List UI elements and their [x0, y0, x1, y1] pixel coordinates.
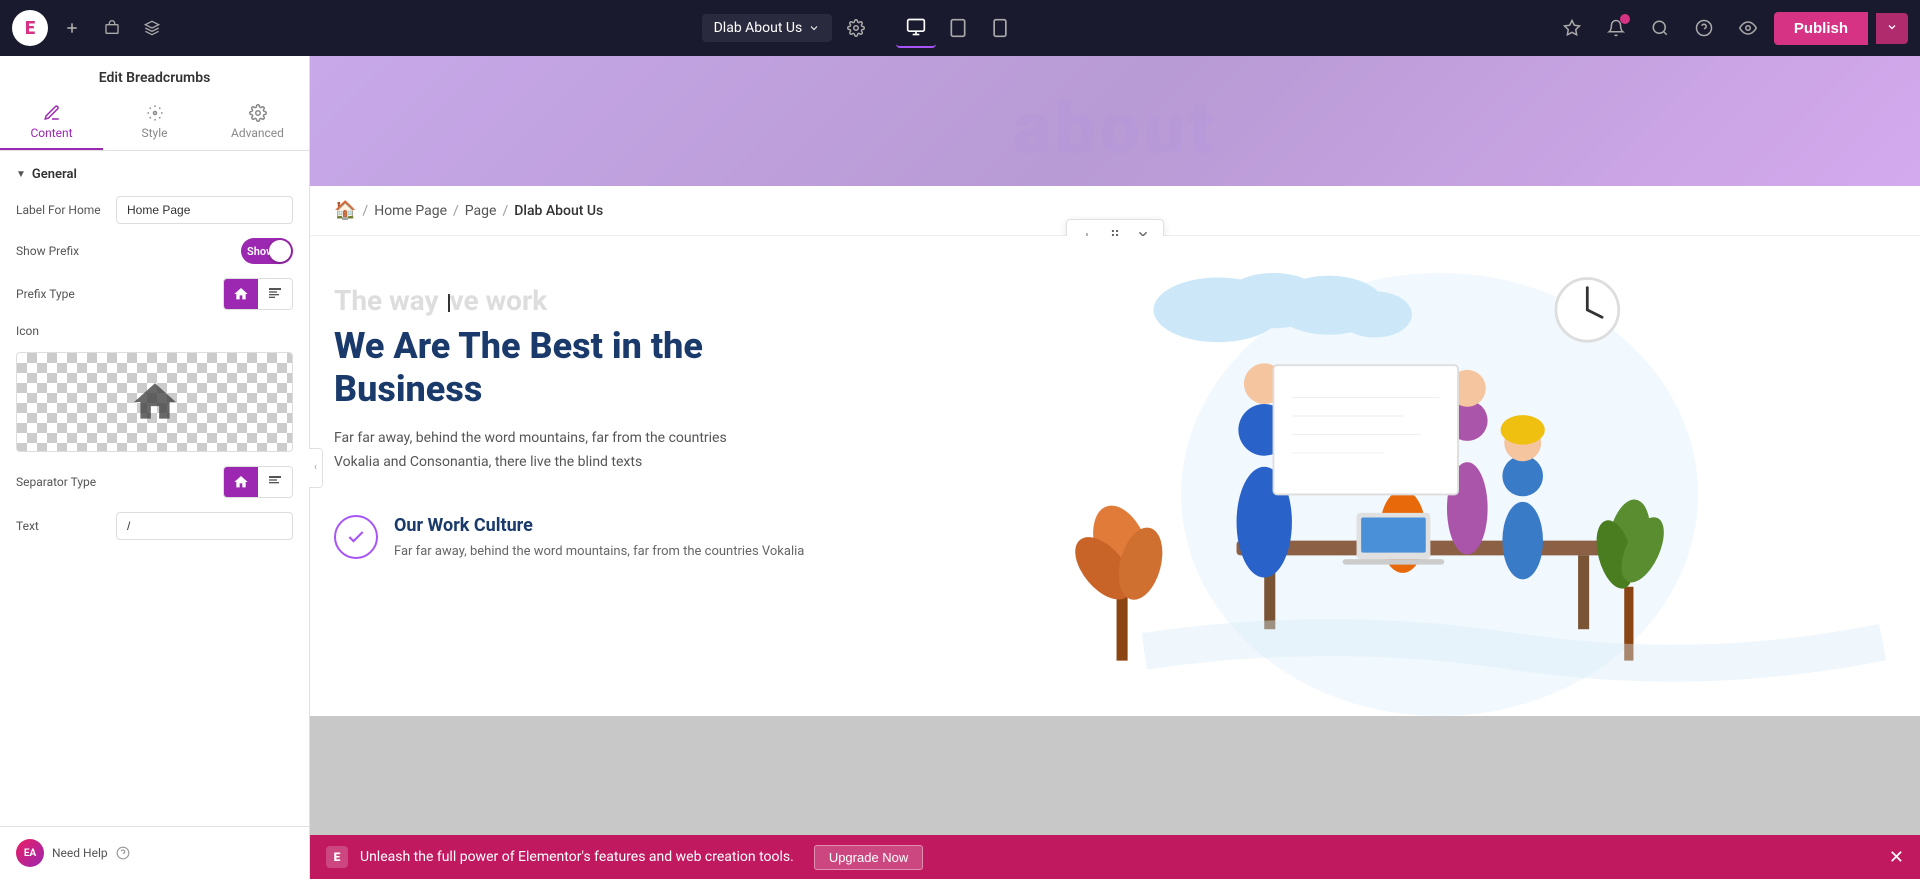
show-prefix-toggle[interactable]: Show [241, 238, 293, 264]
general-section-header[interactable]: ▼ General [16, 167, 293, 182]
breadcrumb-item-2: Page [465, 203, 497, 219]
breadcrumb-sep-3: / [502, 203, 508, 219]
culture-desc: Far far away, behind the word mountains,… [394, 542, 804, 563]
preview-button[interactable] [1730, 10, 1766, 46]
tab-content[interactable]: Content [0, 94, 103, 150]
label-for-home-row: Label For Home [16, 196, 293, 224]
prefix-type-selector [223, 278, 293, 310]
breadcrumb-item-1: Home Page [374, 203, 447, 219]
top-bar-center: Dlab About Us [176, 8, 1546, 48]
panel-title: Edit Breadcrumbs [0, 56, 309, 86]
settings-button[interactable] [840, 12, 872, 44]
page-selector[interactable]: Dlab About Us [702, 14, 833, 42]
view-buttons [896, 8, 1020, 48]
tablet-view-button[interactable] [938, 8, 978, 48]
separator-type-selector [223, 466, 293, 498]
need-help-avatar: EA [16, 839, 44, 867]
watermark-text: The way ve work [334, 284, 806, 317]
canvas-area: about 🏠 / Home Page / Page / Dlab About … [310, 56, 1920, 879]
tab-advanced[interactable]: Advanced [206, 94, 309, 150]
need-help-section[interactable]: EA Need Help [0, 826, 309, 879]
top-bar: E Dlab About Us [0, 0, 1920, 56]
separator-type-row: Separator Type [16, 466, 293, 498]
content-section: The way ve work We Are The Best in the B… [310, 236, 830, 716]
toggle-knob [269, 240, 291, 262]
icon-preview[interactable] [16, 352, 293, 452]
label-for-home-input[interactable] [116, 196, 293, 224]
left-panel: Edit Breadcrumbs Content Style Advanced … [0, 56, 310, 879]
separator-icon-btn[interactable] [224, 467, 258, 497]
publish-dropdown-button[interactable] [1876, 13, 1908, 44]
tab-style[interactable]: Style [103, 94, 206, 150]
prefix-type-label: Prefix Type [16, 287, 215, 301]
need-help-label: Need Help [52, 846, 108, 860]
bookmark-button[interactable] [1554, 10, 1590, 46]
help-button[interactable] [1686, 10, 1722, 46]
prefix-type-text-btn[interactable] [258, 279, 292, 309]
notification-message: Unleash the full power of Elementor's fe… [360, 849, 794, 865]
panel-content: ▼ General Label For Home Show Prefix Sho… [0, 151, 309, 826]
breadcrumb-current: Dlab About Us [514, 203, 603, 219]
show-prefix-label: Show Prefix [16, 244, 233, 258]
prefix-type-icon-btn[interactable] [224, 279, 258, 309]
show-prefix-toggle-wrap[interactable]: Show [241, 238, 293, 264]
elementor-logo: E [12, 10, 48, 46]
section-arrow: ▼ [16, 169, 26, 180]
illustration-svg [830, 236, 1920, 716]
notification-badge [1620, 14, 1630, 24]
show-prefix-row: Show Prefix Show [16, 238, 293, 264]
icon-label-row: Icon [16, 324, 293, 338]
separator-type-label: Separator Type [16, 475, 215, 489]
page-header-watermark: about [1013, 86, 1218, 171]
main-content-wrapper: The way ve work We Are The Best in the B… [310, 236, 1920, 716]
separator-text-btn[interactable] [258, 467, 292, 497]
layers-button[interactable] [136, 12, 168, 44]
notification-close-button[interactable]: ✕ [1889, 847, 1904, 868]
main-layout: Edit Breadcrumbs Content Style Advanced … [0, 56, 1920, 879]
notification-button[interactable] [1598, 10, 1634, 46]
breadcrumb-bar: 🏠 / Home Page / Page / Dlab About Us + ⠿… [310, 186, 1920, 236]
prefix-type-row: Prefix Type [16, 278, 293, 310]
top-bar-right: Publish [1554, 10, 1908, 46]
culture-text: Our Work Culture Far far away, behind th… [394, 515, 804, 563]
mobile-view-button[interactable] [980, 8, 1020, 48]
elementor-icon: E [326, 846, 348, 868]
main-description: Far far away, behind the word mountains,… [334, 427, 754, 475]
culture-icon [334, 515, 378, 559]
breadcrumb-sep-2: / [453, 203, 459, 219]
main-heading: We Are The Best in the Business [334, 325, 806, 411]
text-field-label: Text [16, 519, 108, 533]
work-culture-card: Our Work Culture Far far away, behind th… [334, 499, 806, 563]
help-circle-icon [116, 846, 130, 860]
collapse-panel-handle[interactable]: ‹ [309, 448, 323, 488]
culture-title: Our Work Culture [394, 515, 804, 536]
illustration-area [830, 236, 1920, 716]
add-element-button[interactable] [56, 12, 88, 44]
notification-bar: E Unleash the full power of Elementor's … [310, 835, 1920, 879]
responsive-button[interactable] [96, 12, 128, 44]
page-header-purple: about [310, 56, 1920, 186]
label-for-home-label: Label For Home [16, 203, 108, 217]
upgrade-now-button[interactable]: Upgrade Now [814, 845, 924, 870]
search-button[interactable] [1642, 10, 1678, 46]
breadcrumb-home-icon: 🏠 [334, 200, 356, 221]
breadcrumb-sep-1: / [362, 203, 368, 219]
cursor-line [448, 294, 450, 312]
desktop-view-button[interactable] [896, 8, 936, 48]
text-field-input[interactable] [116, 512, 293, 540]
publish-button[interactable]: Publish [1774, 12, 1868, 45]
text-field-row: Text [16, 512, 293, 540]
panel-tabs: Content Style Advanced [0, 94, 309, 151]
icon-field-label: Icon [16, 324, 293, 338]
